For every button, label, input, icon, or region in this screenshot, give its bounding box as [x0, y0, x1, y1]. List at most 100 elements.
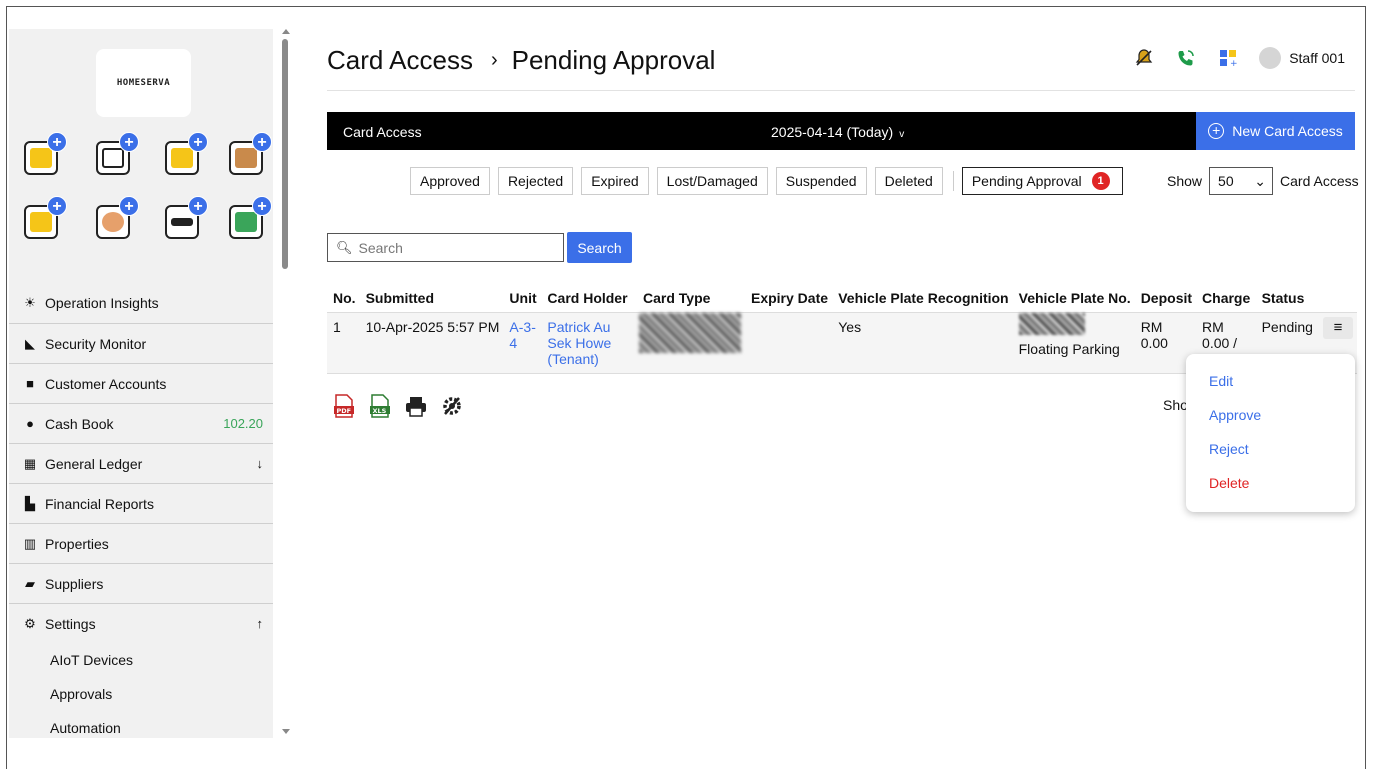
tab-label: Pending Approval — [971, 173, 1082, 189]
sidebar-item-label: Cash Book — [45, 415, 114, 432]
card-holder-link[interactable]: Patrick Au Sek Howe (Tenant) — [547, 319, 611, 367]
breadcrumb-root[interactable]: Card Access — [327, 45, 473, 76]
key-card-add-icon[interactable]: + — [24, 196, 67, 239]
svg-text:XLS: XLS — [373, 407, 387, 415]
search-placeholder: Search — [358, 239, 403, 256]
row-actions-menu: Edit Approve Reject Delete — [1186, 354, 1355, 512]
new-card-access-button[interactable]: + New Card Access — [1196, 112, 1355, 150]
cell-card-type — [636, 312, 745, 374]
tab-approved[interactable]: Approved — [410, 167, 490, 195]
export-actions: PDF XLS — [333, 394, 463, 418]
column-header[interactable]: Card Type — [636, 285, 745, 313]
settings-tools-icon[interactable] — [441, 394, 463, 418]
tab-pending-approval[interactable]: Pending Approval 1 — [961, 167, 1123, 195]
sidebar-item-financial-reports[interactable]: ▙ Financial Reports — [9, 483, 273, 523]
sidebar-scrollbar[interactable] — [281, 29, 290, 738]
hamburger-icon: ≡ — [1333, 319, 1343, 336]
chevron-down-icon: ⌄ — [1254, 172, 1267, 189]
svg-text:PDF: PDF — [337, 407, 352, 415]
building-icon: ▥ — [23, 535, 37, 551]
redacted-plate-image — [1018, 313, 1085, 335]
sidebar-subitem-automation[interactable]: Automation — [9, 711, 273, 738]
excel-export-icon[interactable]: XLS — [369, 394, 391, 418]
tab-deleted[interactable]: Deleted — [874, 167, 943, 195]
tab-lost-damaged[interactable]: Lost/Damaged — [656, 167, 768, 195]
user-name: Staff 001 — [1289, 50, 1345, 66]
menu-item-edit[interactable]: Edit — [1186, 364, 1355, 398]
cell-unit[interactable]: A-3-4 — [503, 312, 542, 374]
phone-icon[interactable] — [1175, 47, 1197, 69]
plate-number-add-icon[interactable]: + — [165, 196, 208, 239]
sidebar-subitem-approvals[interactable]: Approvals — [9, 677, 273, 711]
lightbulb-icon: ☀ — [24, 295, 36, 310]
cell-submitted: 10-Apr-2025 5:57 PM — [359, 312, 504, 374]
plate-text: Floating Parking — [1018, 341, 1120, 357]
redacted-card-image — [638, 313, 741, 353]
notifications-muted-icon[interactable] — [1133, 47, 1155, 69]
header-divider — [327, 90, 1355, 91]
search-input[interactable]: 🔍︎ Search — [327, 233, 564, 262]
sidebar-item-security-monitor[interactable]: ◣ Security Monitor — [9, 323, 273, 363]
sidebar-subitem-aiot-devices[interactable]: AIoT Devices — [9, 643, 273, 677]
sidebar-item-properties[interactable]: ▥ Properties — [9, 523, 273, 563]
sidebar-item-suppliers[interactable]: ▰ Suppliers — [9, 563, 273, 603]
unit-link[interactable]: A-3-4 — [509, 319, 537, 351]
column-header[interactable]: Vehicle Plate Recognition — [832, 285, 1013, 313]
scroll-thumb[interactable] — [282, 39, 288, 269]
svg-text:+: + — [1230, 59, 1238, 68]
gear-icon: ⚙ — [24, 615, 36, 631]
cell-no: 1 — [327, 312, 360, 374]
tab-rejected[interactable]: Rejected — [497, 167, 574, 195]
menu-item-approve[interactable]: Approve — [1186, 398, 1355, 432]
column-header[interactable]: Card Holder — [541, 285, 637, 313]
visitor-add-icon[interactable]: + — [96, 196, 139, 239]
tab-suspended[interactable]: Suspended — [775, 167, 867, 195]
calendar-add-icon[interactable]: + — [96, 132, 139, 175]
toolbar-section-title: Card Access — [343, 124, 422, 140]
column-header[interactable]: Submitted — [359, 285, 504, 313]
cctv-icon: ◣ — [25, 335, 35, 351]
date-selector[interactable]: 2025-04-14 (Today) v — [771, 124, 904, 140]
column-header[interactable]: Unit — [503, 285, 542, 313]
facilities-add-icon[interactable]: + — [229, 132, 272, 175]
column-header[interactable]: Deposit — [1134, 285, 1197, 313]
column-header[interactable]: Expiry Date — [744, 285, 833, 313]
bank-add-icon[interactable]: + — [165, 132, 208, 175]
cell-vpr: Yes — [832, 312, 1013, 374]
cell-expiry — [744, 312, 833, 374]
sidebar-nav: ☀ Operation Insights ◣ Security Monitor ■ C… — [9, 283, 273, 738]
search-button[interactable]: Search — [567, 232, 632, 263]
pdf-export-icon[interactable]: PDF — [333, 394, 355, 418]
page-size-select[interactable]: 50 ⌄ — [1209, 167, 1274, 195]
sidebar-item-label: Properties — [45, 535, 109, 552]
id-card-add-icon[interactable]: + — [24, 132, 67, 175]
sidebar-item-label: Suppliers — [45, 575, 104, 592]
menu-item-reject[interactable]: Reject — [1186, 432, 1355, 466]
sidebar-item-cash-book[interactable]: ● Cash Book 102.20 — [9, 403, 273, 443]
scroll-down-arrow-icon[interactable] — [282, 729, 290, 734]
print-icon[interactable] — [405, 394, 427, 418]
login-card-add-icon[interactable]: + — [229, 196, 272, 239]
column-header[interactable]: Charge — [1196, 285, 1256, 313]
sidebar-item-label: Customer Accounts — [45, 375, 167, 392]
header-actions: + Staff 001 — [1133, 47, 1345, 69]
menu-item-delete[interactable]: Delete — [1186, 466, 1355, 500]
breadcrumb: Card Access › Pending Approval — [327, 45, 715, 76]
sidebar-item-general-ledger[interactable]: ▦ General Ledger ↓ — [9, 443, 273, 483]
scroll-up-arrow-icon[interactable] — [282, 29, 290, 34]
page-size-control: Show 50 ⌄ Card Access — [1167, 167, 1359, 195]
cell-card-holder[interactable]: Patrick Au Sek Howe (Tenant) — [541, 312, 637, 374]
apps-icon[interactable]: + — [1217, 47, 1239, 69]
sidebar-item-settings[interactable]: ⚙ Settings ↑ — [9, 603, 273, 643]
app-window: HOMESERVA + + + + + + + + ☀ Operation Ins… — [6, 6, 1366, 769]
column-header[interactable]: Status — [1255, 285, 1317, 313]
column-header[interactable]: Vehicle Plate No. — [1012, 285, 1135, 313]
sidebar-item-customer-accounts[interactable]: ■ Customer Accounts — [9, 363, 273, 403]
column-header[interactable]: No. — [327, 285, 360, 313]
row-menu-button[interactable]: ≡ — [1322, 317, 1353, 339]
show-label: Show — [1167, 173, 1203, 189]
tab-expired[interactable]: Expired — [581, 167, 649, 195]
user-menu[interactable]: Staff 001 — [1259, 47, 1345, 69]
sidebar-item-operation-insights[interactable]: ☀ Operation Insights — [9, 283, 273, 323]
logo[interactable]: HOMESERVA — [96, 49, 191, 117]
